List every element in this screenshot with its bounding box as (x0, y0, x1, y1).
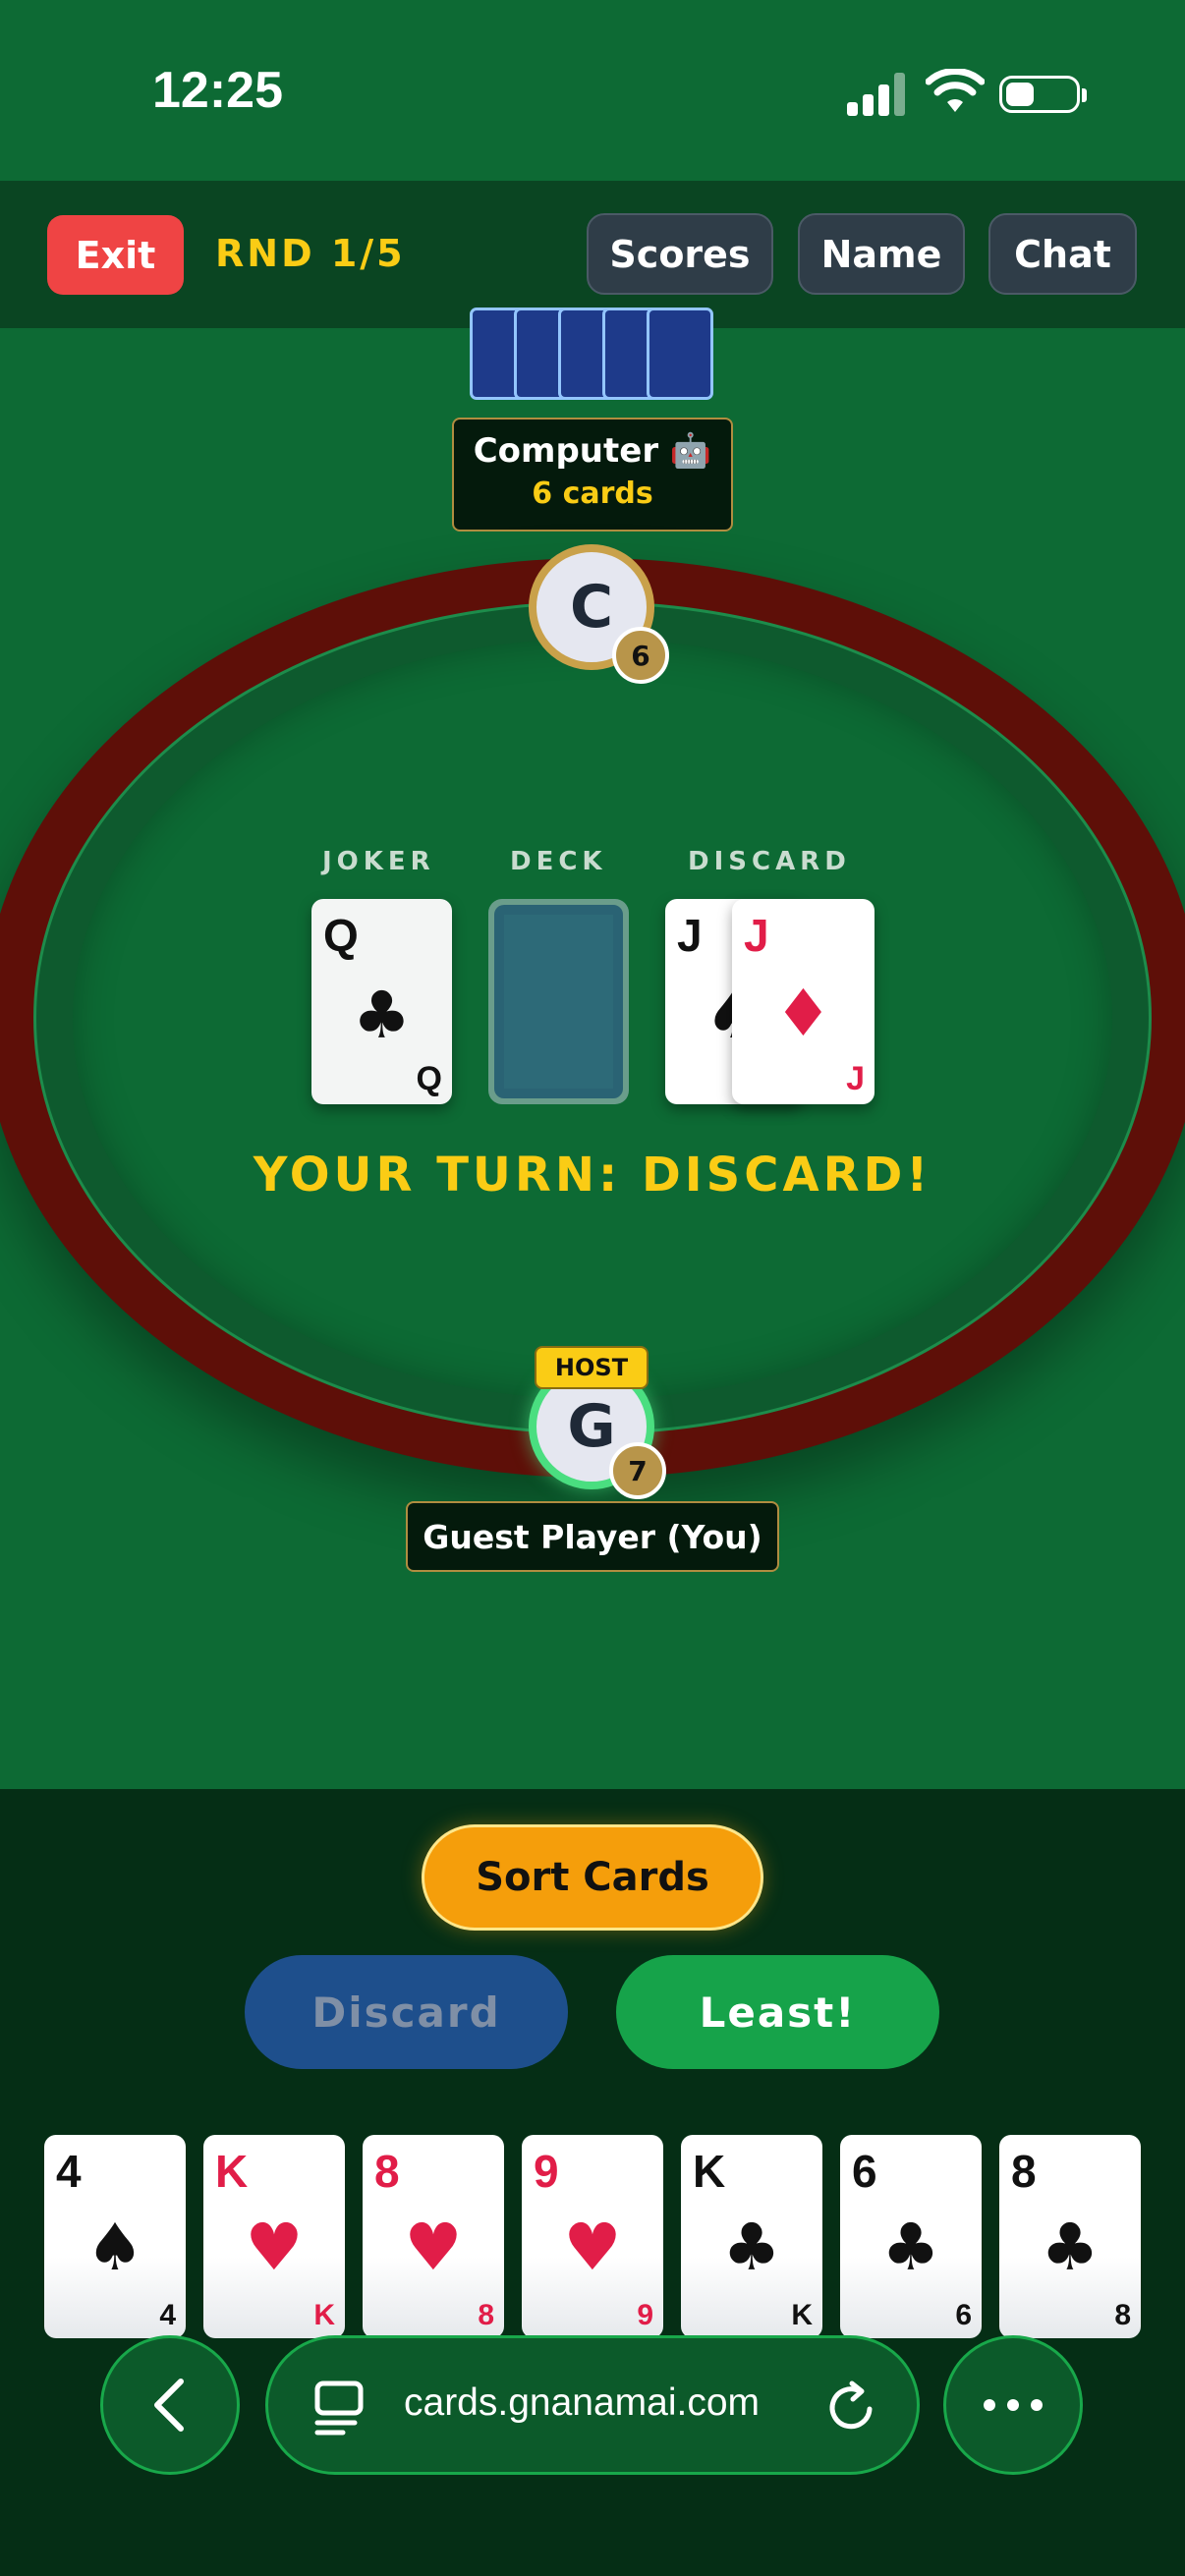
hand-card-rank: 8 (1011, 2146, 1037, 2197)
hand-card-suit: ♣ (1041, 2210, 1100, 2285)
hand-card-suit: ♥ (563, 2210, 622, 2285)
deck-label: DECK (510, 847, 607, 876)
hand-card[interactable]: 9 ♥ 9 (522, 2135, 663, 2338)
player-badge: 7 (609, 1442, 666, 1499)
chat-button[interactable]: Chat (988, 213, 1137, 295)
discard-top-rank: J (744, 910, 769, 961)
discard-top-rank-corner: J (846, 1060, 865, 1097)
joker-card-rank: Q (323, 910, 359, 961)
signal-icon (847, 71, 906, 116)
hand-card-rank-corner: 8 (1114, 2299, 1131, 2331)
turn-message: YOUR TURN: DISCARD! (253, 1148, 932, 1203)
discard-label: DISCARD (688, 847, 851, 876)
hand-card-rank-corner: 9 (637, 2299, 653, 2331)
opponent-card-back (647, 308, 713, 400)
more-button[interactable] (943, 2335, 1083, 2475)
name-button[interactable]: Name (798, 213, 965, 295)
hand-card[interactable]: K ♣ K (681, 2135, 822, 2338)
hand-card-rank: 4 (56, 2146, 82, 2197)
hand-card-suit: ♥ (245, 2210, 304, 2285)
discard-under-rank: J (677, 910, 703, 961)
hand-card-suit: ♠ (85, 2210, 144, 2285)
scores-button[interactable]: Scores (587, 213, 773, 295)
exit-button[interactable]: Exit (47, 215, 184, 295)
hand-card-rank-corner: K (791, 2299, 813, 2331)
hand-card-rank: 9 (534, 2146, 559, 2197)
hand-card[interactable]: K ♥ K (203, 2135, 345, 2338)
hand-card-rank-corner: 4 (159, 2299, 176, 2331)
back-button[interactable] (100, 2335, 240, 2475)
url-bar[interactable]: cards.gnanamai.com (265, 2335, 920, 2475)
hand-card-suit: ♥ (404, 2210, 463, 2285)
hand-card-rank: 8 (374, 2146, 400, 2197)
hand-card-rank-corner: 6 (955, 2299, 972, 2331)
opponent-badge: 6 (612, 627, 669, 684)
battery-icon (999, 76, 1087, 113)
hand-card-rank: K (693, 2146, 726, 2197)
host-tag: HOST (535, 1346, 649, 1389)
opponent-label: Computer 🤖 6 cards (452, 418, 733, 532)
opponent-card-count: 6 cards (532, 476, 653, 511)
hand-card-rank: K (215, 2146, 249, 2197)
discard-button[interactable]: Discard (245, 1955, 568, 2069)
joker-label: JOKER (322, 847, 435, 876)
hand-card-rank: 6 (852, 2146, 877, 2197)
chevron-left-icon (154, 2379, 184, 2432)
player-name-label: Guest Player (You) (406, 1501, 779, 1572)
sort-cards-button[interactable]: Sort Cards (422, 1824, 763, 1931)
wifi-icon (926, 69, 985, 112)
url-text: cards.gnanamai.com (404, 2381, 761, 2424)
hand-card-rank-corner: K (313, 2299, 335, 2331)
joker-card: Q ♣ Q (311, 899, 452, 1104)
hand-card[interactable]: 6 ♣ 6 (840, 2135, 982, 2338)
hand-card-suit: ♣ (881, 2210, 940, 2285)
hand-card[interactable]: 4 ♠ 4 (44, 2135, 186, 2338)
hand-card[interactable]: 8 ♣ 8 (999, 2135, 1141, 2338)
status-time: 12:25 (152, 62, 283, 119)
hand-card-rank-corner: 8 (478, 2299, 494, 2331)
deck-pile[interactable] (488, 899, 629, 1104)
reload-icon[interactable] (824, 2378, 879, 2435)
least-button[interactable]: Least! (616, 1955, 939, 2069)
hand-card[interactable]: 8 ♥ 8 (363, 2135, 504, 2338)
hand-card-suit: ♣ (722, 2210, 781, 2285)
opponent-name: Computer 🤖 (473, 431, 712, 471)
round-indicator: RND 1/5 (215, 232, 406, 275)
discard-top-card[interactable]: J ♦ J (732, 899, 875, 1104)
more-icon (984, 2399, 1043, 2411)
joker-card-rank-corner: Q (416, 1060, 442, 1097)
discard-top-suit: ♦ (773, 976, 833, 1051)
reader-icon (314, 2380, 364, 2436)
joker-card-suit: ♣ (352, 978, 412, 1053)
